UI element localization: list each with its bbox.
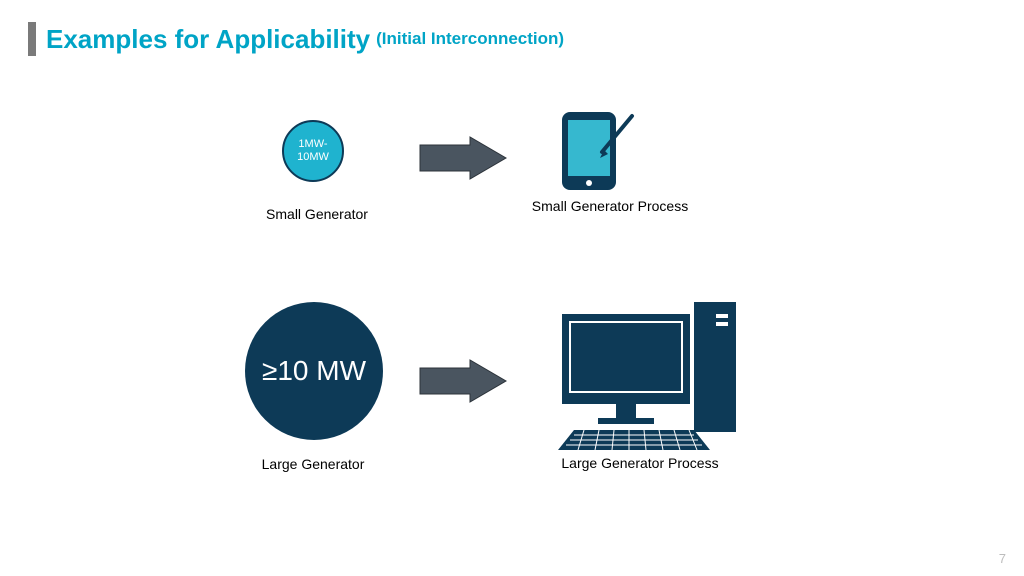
small-process-label: Small Generator Process: [530, 197, 690, 215]
page-number: 7: [999, 551, 1006, 566]
large-generator-circle: ≥10 MW: [245, 302, 383, 440]
desktop-computer-icon: [544, 290, 744, 455]
page-subtitle: (Initial Interconnection): [376, 29, 564, 49]
large-generator-label: Large Generator: [258, 455, 368, 473]
large-generator-range: ≥10 MW: [262, 355, 366, 387]
small-generator-circle: 1MW-10MW: [282, 120, 344, 182]
small-generator-label: Small Generator: [262, 205, 372, 223]
slide-title-bar: Examples for Applicability (Initial Inte…: [28, 22, 564, 56]
small-generator-range: 1MW-10MW: [288, 138, 338, 164]
title-accent-bar: [28, 22, 36, 56]
arrow-right-icon: [418, 358, 510, 404]
page-title: Examples for Applicability: [46, 24, 370, 55]
large-process-label: Large Generator Process: [530, 455, 750, 471]
tablet-stylus-icon: [554, 108, 644, 196]
arrow-right-icon: [418, 135, 510, 181]
